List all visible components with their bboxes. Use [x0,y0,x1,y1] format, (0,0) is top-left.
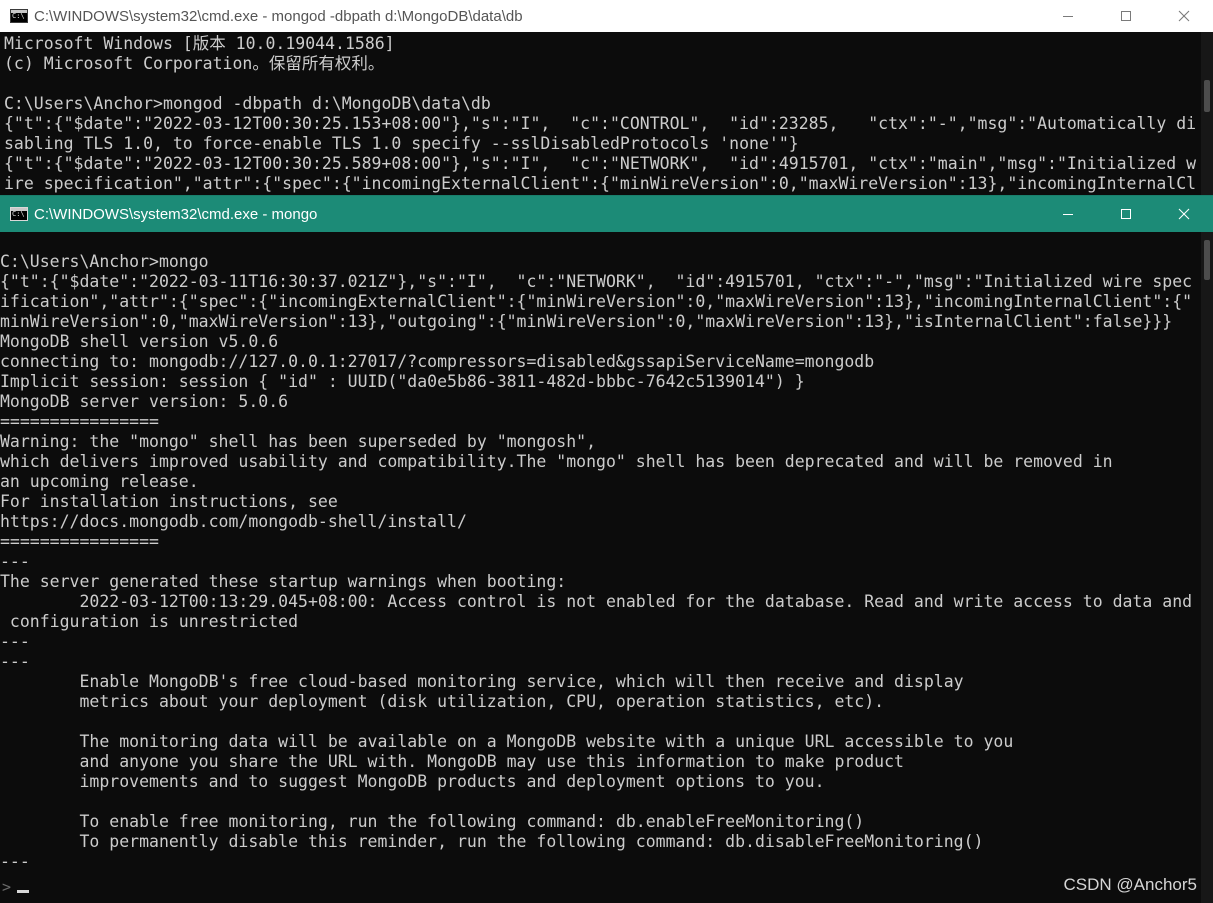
mongo-shell-window[interactable]: C:\WINDOWS\system32\cmd.exe - mongo C:\U… [0,196,1213,903]
console-line: MongoDB shell version v5.0.6 [0,332,279,351]
close-button[interactable] [1155,196,1213,232]
console-line: ification","attr":{"spec":{"incomingExte… [0,292,1193,311]
console-line: metrics about your deployment (disk util… [0,692,885,711]
minimize-button[interactable] [1039,196,1097,232]
console-line: sabling TLS 1.0, to force-enable TLS 1.0… [4,134,799,153]
console-line: Microsoft Windows [版本 10.0.19044.1586] [4,34,395,53]
shell-prompt[interactable]: > [0,877,30,897]
console-line: --- [0,552,30,571]
scrollbar-thumb[interactable] [1204,80,1210,112]
console-line: 2022-03-12T00:13:29.045+08:00: Access co… [0,592,1193,611]
maximize-button[interactable] [1097,196,1155,232]
text-cursor [17,890,30,893]
console-line: Implicit session: session { "id" : UUID(… [0,372,805,391]
prompt-symbol: > [2,878,12,896]
minimize-button[interactable] [1039,0,1097,32]
console-line: MongoDB server version: 5.0.6 [0,392,289,411]
watermark: CSDN @Anchor5 [1063,875,1197,894]
minimize-icon [1063,214,1073,215]
console-line: improvements and to suggest MongoDB prod… [0,772,825,791]
console-line: To permanently disable this reminder, ru… [0,832,984,851]
scrollbar-thumb[interactable] [1204,240,1210,280]
console-line: minWireVersion":0,"maxWireVersion":13},"… [0,312,1173,331]
console-line: which delivers improved usability and co… [0,452,1113,471]
console-line: --- [0,852,30,871]
mongod-window-controls [1039,0,1213,32]
mongod-console-output[interactable]: Microsoft Windows [版本 10.0.19044.1586] (c… [0,32,1201,196]
maximize-icon [1121,209,1131,219]
console-line: --- [0,632,30,651]
maximize-button[interactable] [1097,0,1155,32]
console-line: {"t":{"$date":"2022-03-12T00:30:25.153+0… [4,114,1197,133]
mongo-window-titlebar[interactable]: C:\WINDOWS\system32\cmd.exe - mongo [0,196,1213,232]
console-line: --- [0,652,30,671]
maximize-icon [1121,11,1131,21]
close-icon [1178,208,1190,220]
console-line: ire specification","attr":{"spec":{"inco… [4,174,1197,193]
mongod-window-titlebar[interactable]: C:\WINDOWS\system32\cmd.exe - mongod -db… [0,0,1213,32]
console-line: The monitoring data will be available on… [0,732,1014,751]
mongo-shell-scrollbar[interactable] [1201,232,1213,903]
console-line: an upcoming release. [0,472,199,491]
mongod-window-title: C:\WINDOWS\system32\cmd.exe - mongod -db… [34,7,523,25]
mongo-window-title: C:\WINDOWS\system32\cmd.exe - mongo [34,205,318,223]
mongo-shell-output[interactable]: C:\Users\Anchor>mongo {"t":{"$date":"2022… [0,232,1201,903]
mongo-window-controls [1039,196,1213,232]
console-line: configuration is unrestricted [0,612,299,631]
console-line: The server generated these startup warni… [0,572,567,591]
console-line: {"t":{"$date":"2022-03-12T00:30:25.589+0… [4,154,1197,173]
console-line: (c) Microsoft Corporation。保留所有权利。 [4,54,385,73]
console-line: and anyone you share the URL with. Mongo… [0,752,904,771]
console-line: ================ [0,412,159,431]
mongod-console-window[interactable]: C:\WINDOWS\system32\cmd.exe - mongod -db… [0,0,1213,196]
console-line: C:\Users\Anchor>mongo [0,252,209,271]
cmd-app-icon[interactable] [10,207,28,221]
close-icon [1178,10,1190,22]
console-line: {"t":{"$date":"2022-03-11T16:30:37.021Z"… [0,272,1193,291]
cmd-app-icon[interactable] [10,9,28,23]
console-line: To enable free monitoring, run the follo… [0,812,865,831]
minimize-icon [1063,16,1073,17]
console-line: Enable MongoDB's free cloud-based monito… [0,672,964,691]
console-line: Warning: the "mongo" shell has been supe… [0,432,597,451]
console-line: https://docs.mongodb.com/mongodb-shell/i… [0,512,467,531]
close-button[interactable] [1155,0,1213,32]
console-line: connecting to: mongodb://127.0.0.1:27017… [0,352,875,371]
console-line: For installation instructions, see [0,492,338,511]
console-line: ================ [0,532,159,551]
mongod-console-scrollbar[interactable] [1201,32,1213,196]
console-line: C:\Users\Anchor>mongod -dbpath d:\MongoD… [4,94,491,113]
